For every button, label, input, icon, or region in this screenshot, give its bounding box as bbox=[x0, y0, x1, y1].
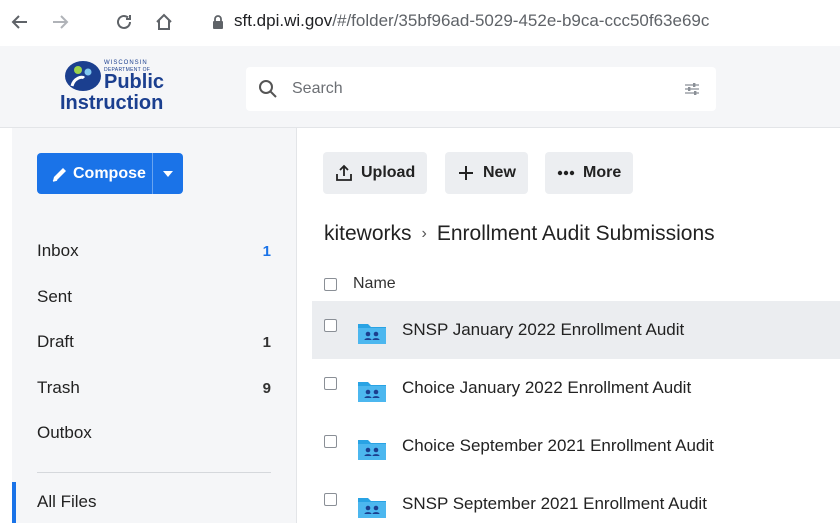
sidebar-item-count: 9 bbox=[262, 379, 271, 397]
back-button[interactable] bbox=[8, 10, 32, 34]
sidebar-item-label: Trash bbox=[37, 378, 80, 397]
compose-button[interactable]: Compose bbox=[37, 153, 183, 194]
table-row[interactable]: SNSP January 2022 Enrollment Audit bbox=[312, 301, 840, 359]
row-checkbox[interactable] bbox=[324, 318, 337, 332]
lock-icon bbox=[212, 14, 224, 35]
table-row[interactable]: Choice September 2021 Enrollment Audit bbox=[312, 417, 840, 475]
breadcrumb: kiteworks › Enrollment Audit Submissions bbox=[324, 222, 715, 246]
active-indicator bbox=[12, 482, 16, 523]
sidebar-item-inbox[interactable]: Inbox 1 bbox=[37, 236, 273, 266]
sidebar-divider bbox=[37, 472, 271, 473]
url-host: sft.dpi.wi.gov bbox=[234, 11, 333, 30]
logo-state: WISCONSIN bbox=[104, 60, 148, 66]
row-checkbox[interactable] bbox=[324, 434, 337, 448]
sidebar-item-label: Inbox bbox=[37, 241, 79, 260]
compose-main[interactable]: Compose bbox=[37, 153, 153, 194]
reload-button[interactable] bbox=[112, 10, 136, 34]
sidebar-item-count: 1 bbox=[262, 333, 271, 351]
dpi-logo[interactable]: WISCONSIN DEPARTMENT OF Public Instructi… bbox=[60, 56, 170, 118]
row-checkbox[interactable] bbox=[324, 376, 337, 390]
breadcrumb-current: Enrollment Audit Submissions bbox=[436, 222, 715, 245]
row-name[interactable]: Choice September 2021 Enrollment Audit bbox=[402, 436, 714, 456]
filter-sliders-icon[interactable] bbox=[684, 82, 700, 96]
upload-label: Upload bbox=[361, 164, 416, 181]
more-button[interactable]: More bbox=[545, 152, 634, 194]
sidebar-item-outbox[interactable]: Outbox bbox=[37, 418, 273, 448]
search-input[interactable] bbox=[292, 77, 652, 101]
logo-public: Public bbox=[104, 71, 165, 93]
more-dots-icon bbox=[557, 170, 575, 176]
home-button[interactable] bbox=[152, 10, 176, 34]
reload-icon bbox=[117, 14, 131, 29]
pencil-icon bbox=[52, 167, 66, 182]
new-label: New bbox=[483, 164, 516, 181]
browser-toolbar: sft.dpi.wi.gov/#/folder/35bf96ad-5029-45… bbox=[0, 0, 840, 46]
url-path: /#/folder/35bf96ad-5029-452e-b9ca-ccc50f… bbox=[332, 11, 710, 30]
table-row[interactable]: Choice January 2022 Enrollment Audit bbox=[312, 359, 840, 417]
upload-icon bbox=[335, 164, 353, 182]
row-name[interactable]: SNSP January 2022 Enrollment Audit bbox=[402, 320, 684, 340]
chevron-right-icon: › bbox=[421, 225, 427, 242]
row-name[interactable]: Choice January 2022 Enrollment Audit bbox=[402, 378, 691, 398]
arrow-right-icon bbox=[53, 15, 69, 29]
shared-folder-icon bbox=[358, 498, 386, 518]
logo-mark-icon bbox=[65, 61, 101, 91]
sidebar-item-trash[interactable]: Trash 9 bbox=[37, 373, 273, 403]
compose-dropdown[interactable] bbox=[153, 153, 183, 194]
sidebar-item-label: Outbox bbox=[37, 423, 92, 442]
home-icon bbox=[156, 13, 172, 30]
sidebar-item-all-files[interactable]: All Files bbox=[37, 487, 273, 517]
more-label: More bbox=[583, 164, 622, 181]
search-icon bbox=[259, 80, 277, 98]
new-button[interactable]: New bbox=[445, 152, 528, 194]
row-name[interactable]: SNSP September 2021 Enrollment Audit bbox=[402, 494, 707, 514]
address-bar[interactable]: sft.dpi.wi.gov/#/folder/35bf96ad-5029-45… bbox=[234, 11, 709, 31]
shared-folder-icon bbox=[358, 440, 386, 460]
caret-down-icon bbox=[163, 170, 173, 177]
arrow-left-icon bbox=[11, 15, 27, 29]
upload-button[interactable]: Upload bbox=[323, 152, 428, 194]
table-row[interactable]: SNSP September 2021 Enrollment Audit bbox=[312, 475, 840, 523]
sidebar-item-draft[interactable]: Draft 1 bbox=[37, 327, 273, 357]
sidebar: Compose Inbox 1 Sent Draft 1 Trash 9 Out… bbox=[0, 128, 297, 523]
select-all-checkbox[interactable] bbox=[324, 277, 337, 291]
logo-instruction: Instruction bbox=[60, 92, 164, 114]
sidebar-item-count: 1 bbox=[262, 242, 271, 260]
left-gutter bbox=[0, 128, 12, 523]
breadcrumb-root[interactable]: kiteworks bbox=[324, 222, 412, 246]
sidebar-item-sent[interactable]: Sent bbox=[37, 282, 273, 312]
row-checkbox[interactable] bbox=[324, 492, 337, 506]
shared-folder-icon bbox=[358, 324, 386, 344]
sidebar-item-label: All Files bbox=[37, 492, 97, 511]
compose-label: Compose bbox=[73, 164, 146, 182]
column-name-header[interactable]: Name bbox=[353, 275, 396, 293]
plus-icon bbox=[457, 164, 475, 182]
forward-button[interactable] bbox=[48, 10, 72, 34]
shared-folder-icon bbox=[358, 382, 386, 402]
sidebar-item-label: Sent bbox=[37, 287, 72, 306]
sidebar-item-label: Draft bbox=[37, 332, 74, 351]
search-box bbox=[246, 67, 716, 111]
app-header: WISCONSIN DEPARTMENT OF Public Instructi… bbox=[0, 46, 840, 128]
table-header: Name bbox=[312, 268, 840, 300]
